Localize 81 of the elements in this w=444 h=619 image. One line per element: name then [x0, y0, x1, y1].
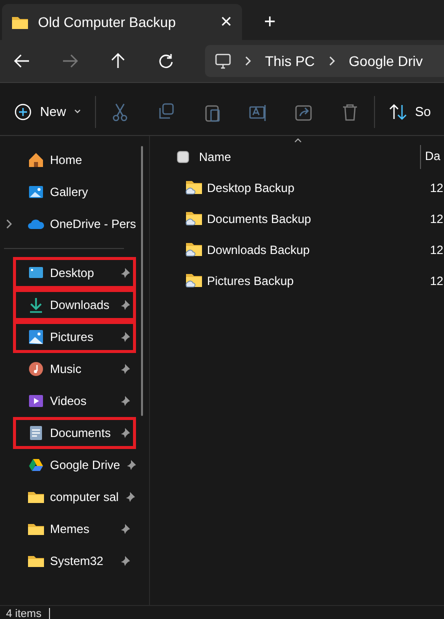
- sidebar-item[interactable]: Gallery: [0, 176, 136, 208]
- desktop-icon: [28, 265, 44, 281]
- music-note-icon: [28, 361, 44, 377]
- file-row[interactable]: Desktop Backup 12: [150, 172, 444, 203]
- scrollbar[interactable]: [141, 146, 143, 416]
- folder-icon: [12, 15, 28, 29]
- monitor-icon: [215, 53, 231, 69]
- window-tab[interactable]: Old Computer Backup ×: [2, 4, 242, 40]
- cloud-folder-icon: [185, 180, 202, 195]
- cloud-folder-icon: [185, 273, 202, 288]
- new-tab-button[interactable]: +: [264, 11, 276, 34]
- file-name: Desktop Backup: [207, 180, 294, 194]
- file-row[interactable]: Downloads Backup 12: [150, 234, 444, 265]
- sidebar-label: Home: [50, 153, 82, 167]
- sidebar-label: Downloads: [50, 298, 110, 312]
- forward-arrow-icon[interactable]: [61, 52, 79, 70]
- folder-icon: [28, 489, 44, 505]
- plus-circle-icon: [14, 102, 32, 120]
- sidebar-item[interactable]: computer sal: [0, 481, 136, 513]
- sidebar-label: Gallery: [50, 185, 88, 199]
- sidebar-label: OneDrive - Pers: [50, 217, 136, 231]
- sidebar-item[interactable]: Documents: [13, 417, 136, 449]
- column-header[interactable]: Name: [199, 150, 232, 164]
- sidebar-label: Videos: [50, 394, 86, 408]
- breadcrumb[interactable]: Google Driv: [348, 53, 423, 69]
- file-row[interactable]: Documents Backup 12: [150, 203, 444, 234]
- sidebar-label: Memes: [50, 522, 90, 536]
- refresh-icon[interactable]: [157, 52, 175, 70]
- document-icon: [28, 425, 44, 441]
- dropdown-caret-icon: [74, 109, 82, 114]
- item-count: 4 items: [6, 608, 42, 619]
- sidebar-label: computer sal: [50, 490, 119, 504]
- file-row[interactable]: Pictures Backup 12: [150, 265, 444, 296]
- file-name: Pictures Backup: [207, 274, 294, 288]
- breadcrumb[interactable]: This PC: [265, 53, 315, 69]
- sidebar-item[interactable]: Desktop: [13, 257, 136, 289]
- sidebar-label: Desktop: [50, 266, 94, 280]
- sidebar-item[interactable]: Downloads: [13, 289, 136, 321]
- cloud-folder-icon: [185, 242, 202, 257]
- back-arrow-icon[interactable]: [13, 52, 31, 70]
- chevron-icon: [328, 56, 335, 66]
- sort-button[interactable]: So: [389, 102, 431, 120]
- sort-arrows-icon: [389, 102, 408, 120]
- download-icon: [28, 297, 44, 313]
- sidebar-item[interactable]: System32: [0, 545, 136, 577]
- select-all-checkbox[interactable]: [177, 151, 189, 163]
- folder-icon: [28, 521, 44, 537]
- tab-title: Old Computer Backup: [38, 14, 176, 30]
- video-icon: [28, 393, 44, 409]
- sidebar-label: Music: [50, 362, 82, 376]
- address-bar[interactable]: This PC Google Driv: [205, 45, 444, 77]
- new-button[interactable]: New: [14, 102, 82, 120]
- sidebar-label: System32: [50, 554, 104, 568]
- date-cell-text: 12: [430, 210, 444, 228]
- file-name: Downloads Backup: [207, 242, 310, 256]
- up-arrow-icon[interactable]: [109, 52, 127, 70]
- date-cell-text: 12: [430, 180, 444, 196]
- picture-icon: [28, 329, 44, 345]
- sidebar-label: Google Drive: [50, 458, 120, 472]
- house-icon: [28, 152, 44, 168]
- sidebar-item[interactable]: Videos: [0, 385, 136, 417]
- sort-caret-icon: [294, 138, 302, 143]
- sidebar-item[interactable]: OneDrive - Pers: [0, 208, 136, 240]
- date-cell-text: 12: [430, 272, 444, 290]
- date-cell-text: 12: [430, 242, 444, 258]
- sidebar-item[interactable]: Google Drive: [0, 449, 136, 481]
- column-header[interactable]: Da: [420, 145, 440, 169]
- picture-icon: [28, 184, 44, 200]
- sidebar-item[interactable]: Pictures: [13, 321, 136, 353]
- cloud-folder-icon: [185, 211, 202, 226]
- sidebar-item[interactable]: Home: [0, 144, 136, 176]
- chevron-icon[interactable]: [6, 219, 12, 229]
- file-name: Documents Backup: [207, 212, 312, 226]
- sidebar-label: Documents: [50, 426, 111, 440]
- folder-icon: [28, 553, 44, 569]
- sidebar-item[interactable]: Music: [0, 353, 136, 385]
- chevron-icon: [245, 56, 251, 66]
- close-tab-button[interactable]: ×: [220, 10, 232, 34]
- drive-icon: [28, 457, 44, 473]
- sidebar-label: Pictures: [50, 330, 94, 344]
- sidebar-item[interactable]: Memes: [0, 513, 136, 545]
